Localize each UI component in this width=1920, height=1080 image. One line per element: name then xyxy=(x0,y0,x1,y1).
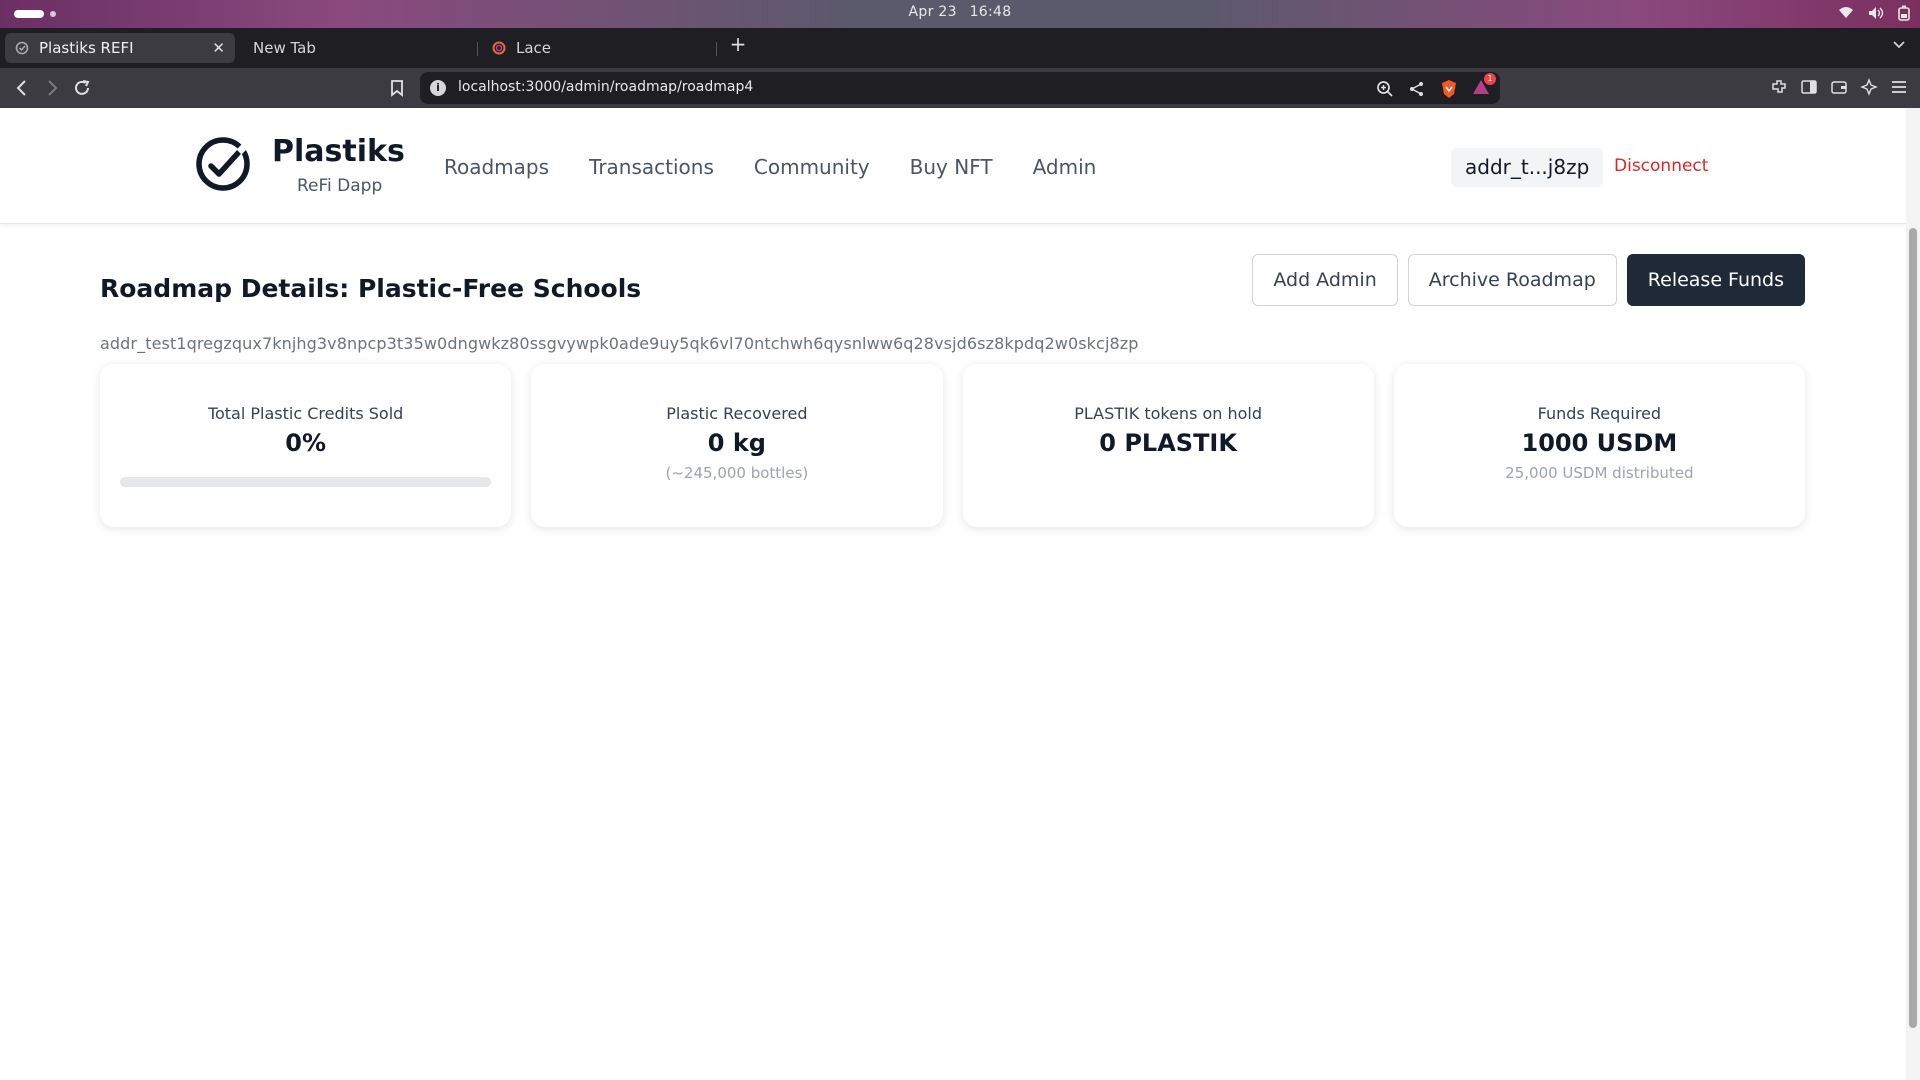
nav-community[interactable]: Community xyxy=(754,155,870,179)
site-info-icon[interactable]: i xyxy=(430,80,446,96)
stat-card-credits-sold: Total Plastic Credits Sold 0% xyxy=(100,364,512,527)
zoom-icon[interactable] xyxy=(1376,80,1394,98)
page-scrollbar[interactable] xyxy=(1906,108,1920,1080)
browser-tab-strip: Plastiks REFI ✕ New Tab Lace xyxy=(0,28,1920,68)
card-value: 1000 USDM xyxy=(1521,429,1678,457)
brand-name[interactable]: Plastiks xyxy=(272,134,405,169)
plastiks-logo-icon[interactable] xyxy=(195,136,251,192)
roadmap-address: addr_test1qregzqux7knjhg3v8npcp3t35w0dng… xyxy=(100,334,1139,353)
stat-card-tokens-on-hold: PLASTIK tokens on hold 0 PLASTIK xyxy=(962,364,1374,527)
card-value: 0 PLASTIK xyxy=(1099,429,1237,457)
os-top-bar: Apr 23 16:48 xyxy=(0,0,1920,28)
card-label: Total Plastic Credits Sold xyxy=(207,404,404,423)
tab-plastiks-refi[interactable]: Plastiks REFI ✕ xyxy=(5,33,235,63)
address-bar[interactable]: i localhost:3000/admin/roadmap/roadmap4 … xyxy=(420,72,1500,104)
back-arrow-icon[interactable] xyxy=(12,78,32,98)
card-value: 0 kg xyxy=(707,429,766,457)
scrollbar-thumb[interactable] xyxy=(1909,228,1917,1028)
close-tab-icon[interactable]: ✕ xyxy=(212,39,225,57)
stat-card-funds-required: Funds Required 1000 USDM 25,000 USDM dis… xyxy=(1393,364,1805,527)
share-icon[interactable] xyxy=(1408,80,1426,98)
new-tab-button[interactable]: + xyxy=(728,34,748,54)
card-value: 0% xyxy=(285,429,326,457)
os-time: 16:48 xyxy=(969,4,1012,20)
os-clock[interactable]: Apr 23 16:48 xyxy=(0,4,1920,20)
card-subtext: 25,000 USDM distributed xyxy=(1505,464,1694,482)
nav-buy-nft[interactable]: Buy NFT xyxy=(910,155,993,179)
menu-icon[interactable] xyxy=(1890,78,1908,96)
wallet-icon[interactable] xyxy=(1830,78,1848,96)
tab-list-chevron-icon[interactable] xyxy=(1892,38,1906,52)
card-label: PLASTIK tokens on hold xyxy=(1074,404,1263,423)
reload-icon[interactable] xyxy=(72,78,92,98)
stat-card-plastic-recovered: Plastic Recovered 0 kg (~245,000 bottles… xyxy=(531,364,943,527)
battery-icon xyxy=(1898,5,1910,21)
tab-title: New Tab xyxy=(253,39,316,57)
tab-separator xyxy=(477,42,478,56)
sidebar-icon[interactable] xyxy=(1800,78,1818,96)
roadmap-actions: Add Admin Archive Roadmap Release Funds xyxy=(1252,254,1805,306)
card-label: Plastic Recovered xyxy=(666,404,808,423)
forward-arrow-icon[interactable] xyxy=(42,78,62,98)
toolbar-right-icons xyxy=(1770,78,1908,96)
leo-ai-icon[interactable] xyxy=(1860,78,1878,96)
tab-title: Lace xyxy=(516,39,552,57)
tab-new-tab[interactable]: New Tab xyxy=(243,33,473,63)
card-label: Funds Required xyxy=(1537,404,1662,423)
browser-toolbar: i localhost:3000/admin/roadmap/roadmap4 … xyxy=(0,68,1920,108)
app-header: Plastiks ReFi Dapp Roadmaps Transactions… xyxy=(0,108,1906,224)
address-bar-actions: 1 xyxy=(1376,73,1496,100)
main-nav: Roadmaps Transactions Community Buy NFT … xyxy=(444,155,1096,179)
nav-roadmaps[interactable]: Roadmaps xyxy=(444,155,549,179)
brave-shields-icon[interactable] xyxy=(1440,79,1458,99)
brave-rewards[interactable]: 1 xyxy=(1472,73,1496,100)
card-subtext: (~245,000 bottles) xyxy=(665,464,809,482)
stats-cards: Total Plastic Credits Sold 0% Plastic Re… xyxy=(100,364,1805,527)
bookmark-icon[interactable] xyxy=(387,78,407,98)
credits-progress-bar xyxy=(120,477,492,487)
tab-separator xyxy=(716,42,717,56)
url-text[interactable]: localhost:3000/admin/roadmap/roadmap4 xyxy=(458,79,753,95)
system-tray[interactable] xyxy=(1838,5,1910,21)
tab-lace[interactable]: Lace xyxy=(482,33,712,63)
wallet-address-chip[interactable]: addr_t...j8zp xyxy=(1451,148,1604,187)
page-viewport: Plastiks ReFi Dapp Roadmaps Transactions… xyxy=(0,108,1906,1080)
volume-icon xyxy=(1869,7,1884,19)
rewards-badge: 1 xyxy=(1484,73,1496,85)
release-funds-button[interactable]: Release Funds xyxy=(1626,254,1805,306)
tab-title: Plastiks REFI xyxy=(39,39,134,57)
extensions-icon[interactable] xyxy=(1770,78,1788,96)
os-date: Apr 23 xyxy=(908,4,957,20)
wifi-icon xyxy=(1839,7,1853,18)
lace-favicon-icon xyxy=(492,41,506,55)
nav-transactions[interactable]: Transactions xyxy=(589,155,714,179)
archive-roadmap-button[interactable]: Archive Roadmap xyxy=(1407,254,1617,306)
nav-admin[interactable]: Admin xyxy=(1033,155,1097,179)
plastiks-favicon-icon xyxy=(15,41,29,55)
brand-subtitle: ReFi Dapp xyxy=(297,176,383,196)
disconnect-button[interactable]: Disconnect xyxy=(1614,156,1708,176)
add-admin-button[interactable]: Add Admin xyxy=(1252,254,1398,306)
page-title: Roadmap Details: Plastic-Free Schools xyxy=(100,274,642,303)
